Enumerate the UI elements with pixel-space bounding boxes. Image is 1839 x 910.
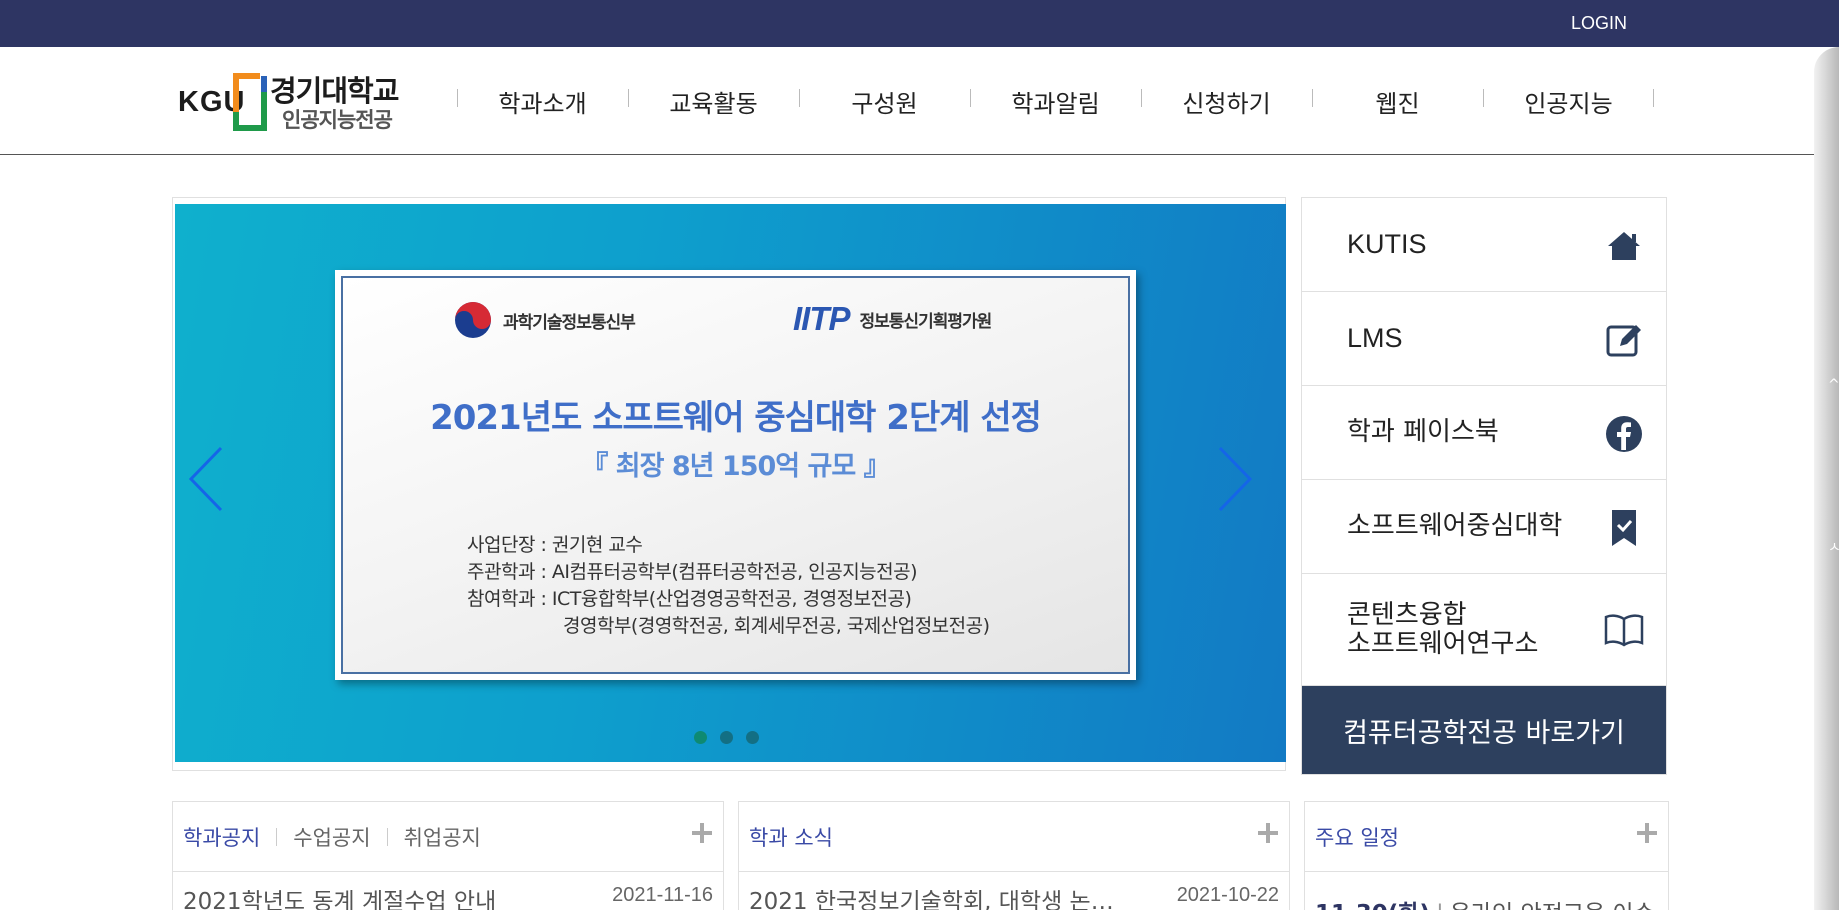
quick-link-content-lab[interactable]: 콘텐츠융합 소프트웨어연구소	[1302, 574, 1666, 686]
edit-icon	[1606, 325, 1641, 357]
iitp-name: 정보통신기획평가원	[859, 311, 993, 332]
side-scroll-rail[interactable]: ^ ㅅ	[1814, 47, 1839, 910]
schedule-item-date: 11.30(화)	[1315, 901, 1430, 910]
quick-link-facebook[interactable]: 학과 페이스북	[1302, 386, 1666, 480]
slide-title: 2021년도 소프트웨어 중심대학 2단계 선정	[430, 398, 1042, 438]
nav-item-notices[interactable]: 학과알림	[970, 47, 1141, 155]
ministry-logo: 과학기술정보통신부	[453, 300, 636, 340]
quick-link-label: 콘텐츠융합 소프트웨어연구소	[1347, 599, 1539, 659]
nav-item-ai[interactable]: 인공지능	[1483, 47, 1654, 155]
notice-item-title[interactable]: 2021학년도 동계 계절수업 안내	[183, 882, 496, 910]
rail-marker-icon: ㅅ	[1828, 540, 1839, 556]
main-slider: 과학기술정보통신부 IITP 정보통신기획평가원 2021년도 소프트웨어 중심…	[172, 197, 1286, 771]
home-icon	[1608, 232, 1640, 260]
nav-item-about[interactable]: 학과소개	[457, 47, 628, 155]
site-logo[interactable]: KGU 경기대학교 인공지능전공	[178, 66, 428, 138]
iitp-logo-text: IITP	[793, 300, 851, 337]
quick-link-label: 소프트웨어중심대학	[1347, 511, 1563, 541]
tab-major-schedule[interactable]: 주요 일정	[1315, 822, 1399, 852]
logo-bracket-icon	[233, 73, 267, 131]
slide-details: 사업단장 : 권기현 교수 주관학과 : AI컴퓨터공학부(컴퓨터공학전공, 인…	[467, 532, 990, 640]
site-header: KGU 경기대학교 인공지능전공 학과소개 교육활동 구성원 학과알림 신청하기	[0, 47, 1839, 155]
quick-link-sw-university[interactable]: 소프트웨어중심대학	[1302, 480, 1666, 574]
quick-link-kutis[interactable]: KUTIS	[1302, 198, 1666, 292]
tab-department-news[interactable]: 학과 소식	[749, 822, 833, 852]
slider-pagination	[694, 731, 759, 744]
news-more-plus-icon[interactable]	[1255, 820, 1281, 846]
top-bar: LOGIN	[0, 0, 1839, 47]
main-nav: 학과소개 교육활동 구성원 학과알림 신청하기 웹진 인공지능	[457, 47, 1654, 155]
nav-item-education[interactable]: 교육활동	[628, 47, 799, 155]
quick-link-lms[interactable]: LMS	[1302, 292, 1666, 386]
slide-detail-line: 주관학과 : AI컴퓨터공학부(컴퓨터공학전공, 인공지능전공)	[467, 561, 918, 583]
notice-board: 학과공지 수업공지 취업공지 2021학년도 동계 계절수업 안내 2021-1…	[172, 801, 724, 910]
login-link[interactable]: LOGIN	[1571, 13, 1627, 34]
slider-prev-arrow-icon[interactable]	[185, 444, 229, 514]
schedule-item-title: 온라인 안전교육 이수	[1450, 901, 1655, 910]
schedule-more-plus-icon[interactable]	[1634, 820, 1660, 846]
news-item-title[interactable]: 2021 한국정보기술학회, 대학생 논…	[749, 882, 1114, 910]
slide-area: 과학기술정보통신부 IITP 정보통신기획평가원 2021년도 소프트웨어 중심…	[175, 204, 1286, 762]
schedule-board-header: 주요 일정	[1305, 802, 1668, 872]
slider-next-arrow-icon[interactable]	[1212, 444, 1256, 514]
slide-detail-line: 사업단장 : 권기현 교수	[467, 534, 643, 556]
bookmark-check-icon	[1612, 510, 1636, 546]
tab-job-notice[interactable]: 취업공지	[404, 822, 481, 852]
slide-detail-line: 참여학과 : ICT융합학부(산업경영공학전공, 경영정보전공)	[467, 588, 912, 610]
nav-item-members[interactable]: 구성원	[799, 47, 970, 155]
tab-class-notice[interactable]: 수업공지	[293, 822, 370, 852]
taegeuk-icon	[455, 302, 491, 338]
quick-links-panel: KUTIS LMS 학과 페이스북 소프트웨어중심대학 콘텐츠융합 소프트웨어연…	[1301, 197, 1667, 775]
quick-link-label: KUTIS	[1347, 229, 1427, 259]
notice-board-header: 학과공지 수업공지 취업공지	[173, 802, 723, 872]
logo-dept-name: 인공지능전공	[282, 108, 393, 132]
open-book-icon	[1604, 614, 1644, 647]
tab-department-notice[interactable]: 학과공지	[183, 822, 260, 852]
schedule-item[interactable]: 11.30(화)|온라인 안전교육 이수	[1315, 894, 1655, 910]
slide-card: 과학기술정보통신부 IITP 정보통신기획평가원 2021년도 소프트웨어 중심…	[335, 270, 1136, 680]
news-board-header: 학과 소식	[739, 802, 1289, 872]
rail-arrow-up-icon: ^	[1828, 377, 1839, 393]
nav-item-webzine[interactable]: 웹진	[1312, 47, 1483, 155]
notice-item-date: 2021-11-16	[612, 884, 713, 906]
quick-link-label: LMS	[1347, 323, 1403, 353]
slide-card-inner: 과학기술정보통신부 IITP 정보통신기획평가원 2021년도 소프트웨어 중심…	[341, 276, 1130, 674]
facebook-icon	[1606, 416, 1642, 452]
news-item-date: 2021-10-22	[1176, 884, 1279, 906]
nav-item-apply[interactable]: 신청하기	[1141, 47, 1312, 155]
schedule-board: 주요 일정 11.30(화)|온라인 안전교육 이수	[1304, 801, 1669, 910]
slider-dot-2[interactable]	[720, 731, 733, 744]
slider-dot-3[interactable]	[746, 731, 759, 744]
slide-detail-line: 경영학부(경영학전공, 회계세무전공, 국제산업정보전공)	[563, 615, 990, 637]
iitp-logo: IITP 정보통신기획평가원	[793, 300, 993, 338]
computer-engineering-button[interactable]: 컴퓨터공학전공 바로가기	[1302, 686, 1666, 774]
news-board: 학과 소식 2021 한국정보기술학회, 대학생 논… 2021-10-22	[738, 801, 1290, 910]
slider-dot-1[interactable]	[694, 731, 707, 744]
ministry-name: 과학기술정보통신부	[503, 312, 636, 333]
quick-link-label: 학과 페이스북	[1347, 417, 1499, 447]
slide-subtitle: 『 최장 8년 150억 규모 』	[581, 451, 890, 482]
notice-more-plus-icon[interactable]	[689, 820, 715, 846]
